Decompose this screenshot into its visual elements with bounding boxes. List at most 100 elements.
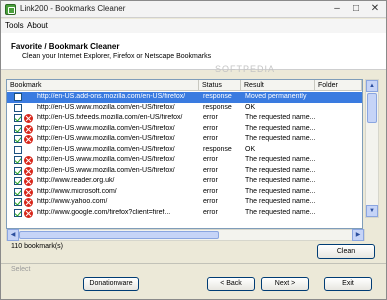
page-title: Favorite / Bookmark Cleaner (11, 42, 120, 51)
bookmark-result: The requested name... (245, 187, 315, 195)
page-subtitle: Clean your Internet Explorer, Firefox or… (22, 53, 212, 60)
header-panel: Favorite / Bookmark Cleaner Clean your I… (1, 33, 386, 74)
table-row[interactable]: http://www.google.com/firefox?client=fir… (7, 208, 362, 219)
bookmark-url: http://www.reader.org.uk/ (37, 177, 115, 184)
bookmark-url: http://en-US.fxfeeds.mozilla.com/en-US/f… (37, 114, 183, 121)
scroll-right-arrow-icon[interactable]: ▶ (352, 229, 364, 241)
exit-button[interactable]: Exit (324, 277, 372, 291)
row-checkbox[interactable] (14, 156, 22, 164)
error-icon (24, 208, 33, 218)
bookmark-status: error (203, 135, 218, 142)
bookmark-result: The requested name... (245, 166, 315, 174)
column-header-result[interactable]: Result (241, 80, 315, 91)
bookmark-url: http://en-US.www.mozilla.com/en-US/firef… (37, 103, 175, 111)
column-header-status[interactable]: Status (199, 80, 241, 91)
error-icon (24, 135, 33, 144)
error-icon (24, 124, 33, 134)
column-header-bookmark[interactable]: Bookmark (7, 80, 199, 91)
bookmark-status: response (203, 103, 232, 111)
footer-divider (1, 263, 386, 264)
bookmark-result: The requested name... (245, 124, 315, 132)
error-icon (24, 156, 33, 165)
bookmark-result: The requested name... (245, 114, 315, 121)
bookmark-status: error (203, 198, 218, 205)
bookmark-url: http://en-US.www.mozilla.com/en-US/firef… (37, 145, 175, 153)
row-checkbox[interactable] (14, 198, 22, 206)
error-icon (24, 198, 33, 207)
table-row[interactable]: http://www.microsoft.com/error The reques… (7, 187, 362, 198)
table-row[interactable]: http://en-US.www.mozilla.com/en-US/firef… (7, 103, 362, 114)
row-checkbox[interactable] (14, 135, 22, 143)
menu-tools[interactable]: Tools (5, 21, 24, 30)
scroll-down-arrow-icon[interactable]: ▼ (366, 205, 378, 217)
row-checkbox[interactable] (14, 187, 22, 196)
bookmark-result: The requested name... (245, 198, 315, 205)
bookmark-url: http://www.google.com/firefox?client=fir… (37, 208, 171, 216)
close-button[interactable]: ✕ (366, 2, 384, 16)
donationware-button[interactable]: Donationware (83, 277, 139, 291)
row-checkbox[interactable] (14, 208, 22, 217)
bookmark-url: http://en-US.add-ons.mozilla.com/en-US/f… (37, 93, 186, 100)
row-checkbox[interactable] (14, 124, 22, 133)
horizontal-scroll-thumb[interactable] (19, 231, 219, 239)
scroll-left-arrow-icon[interactable]: ◀ (7, 229, 19, 241)
menu-bar: Tools About (1, 19, 386, 33)
clean-button[interactable]: Clean (317, 244, 375, 259)
bookmark-status: error (203, 124, 218, 132)
error-icon (24, 114, 33, 123)
table-row[interactable]: http://en-US.www.mozilla.com/en-US/firef… (7, 166, 362, 177)
bookmark-result: The requested name... (245, 177, 315, 184)
bookmark-status: error (203, 187, 218, 195)
bookmark-url: http://www.yahoo.com/ (37, 198, 108, 205)
table-row[interactable]: http://www.yahoo.com/error The requested … (7, 197, 362, 208)
title-bar[interactable]: Link200 - Bookmarks Cleaner – □ ✕ (1, 1, 386, 18)
window-title: Link200 - Bookmarks Cleaner (20, 4, 126, 13)
maximize-button[interactable]: □ (347, 2, 365, 16)
table-row[interactable]: http://en-US.www.mozilla.com/en-US/firef… (7, 145, 362, 156)
bookmark-status: error (203, 114, 218, 121)
row-checkbox[interactable] (14, 166, 22, 175)
row-checkbox[interactable] (14, 93, 22, 101)
row-checkbox[interactable] (14, 103, 22, 112)
table-header: Bookmark Status Result Folder (7, 80, 362, 91)
bookmark-status: error (203, 208, 218, 216)
back-button[interactable]: < Back (207, 277, 255, 291)
scroll-up-arrow-icon[interactable]: ▲ (366, 80, 378, 92)
table-row[interactable]: http://en-US.www.mozilla.com/en-US/firef… (7, 134, 362, 145)
bookmark-url: http://en-US.www.mozilla.com/en-US/firef… (37, 156, 175, 163)
footer-label: Select (11, 266, 31, 273)
bookmark-result: Moved permanently (245, 93, 307, 100)
bookmark-result: The requested name... (245, 156, 315, 163)
bookmark-url: http://en-US.www.mozilla.com/en-US/firef… (37, 166, 175, 174)
bookmark-status: response (203, 93, 232, 100)
minimize-button[interactable]: – (328, 2, 346, 16)
table-row[interactable]: http://en-US.www.mozilla.com/en-US/firef… (7, 155, 362, 166)
bookmark-count: 110 bookmark(s) (11, 243, 64, 250)
table-row[interactable]: http://en-US.fxfeeds.mozilla.com/en-US/f… (7, 113, 362, 124)
bookmark-url: http://en-US.www.mozilla.com/en-US/firef… (37, 135, 175, 142)
row-checkbox[interactable] (14, 177, 22, 185)
menu-about[interactable]: About (27, 21, 48, 30)
horizontal-scrollbar[interactable]: ◀ ▶ (6, 229, 365, 241)
bookmark-result: OK (245, 145, 256, 153)
table-row[interactable]: http://en-US.www.mozilla.com/en-US/firef… (7, 124, 362, 135)
row-checkbox[interactable] (14, 114, 22, 122)
error-icon (24, 177, 33, 186)
error-icon (24, 166, 33, 176)
bookmark-result: The requested name... (245, 135, 315, 142)
bookmark-status: error (203, 166, 218, 174)
watermark: SOFTPEDIA (215, 64, 276, 74)
bookmark-table[interactable]: Bookmark Status Result Folder http://en-… (6, 79, 363, 229)
row-checkbox[interactable] (14, 145, 22, 154)
bookmark-result: OK (245, 103, 256, 111)
table-row[interactable]: http://www.reader.org.uk/error The reques… (7, 176, 362, 187)
column-header-folder[interactable]: Folder (315, 80, 362, 91)
vertical-scrollbar[interactable]: ▲ ▼ (365, 79, 379, 218)
bookmark-url: http://www.microsoft.com/ (37, 187, 117, 195)
next-button[interactable]: Next > (261, 277, 309, 291)
bookmark-result: The requested name... (245, 208, 315, 216)
app-window: Link200 - Bookmarks Cleaner – □ ✕ Tools … (0, 0, 387, 300)
vertical-scroll-thumb[interactable] (367, 93, 377, 123)
bookmark-status: error (203, 156, 218, 163)
table-row[interactable]: http://en-US.add-ons.mozilla.com/en-US/f… (7, 92, 362, 103)
